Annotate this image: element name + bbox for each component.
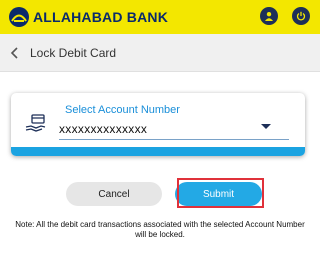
account-select-card: Select Account Number xxxxxxxxxxxxxx bbox=[11, 93, 305, 156]
cancel-button[interactable]: Cancel bbox=[66, 182, 162, 206]
select-underline bbox=[59, 139, 289, 140]
chevron-left-icon[interactable] bbox=[8, 46, 22, 60]
user-glyph bbox=[265, 12, 273, 21]
submit-highlight-box bbox=[177, 178, 264, 208]
bank-name: ALLAHABAD BANK bbox=[33, 9, 169, 25]
card-accent-bar bbox=[11, 147, 305, 156]
lock-note: Note: All the debit card transactions as… bbox=[15, 220, 305, 239]
power-icon[interactable] bbox=[292, 7, 310, 25]
page-header: Lock Debit Card bbox=[0, 34, 320, 72]
page-title: Lock Debit Card bbox=[30, 45, 117, 60]
account-select-label: Select Account Number bbox=[65, 104, 180, 116]
account-select-field[interactable]: xxxxxxxxxxxxxx bbox=[59, 122, 147, 136]
card-in-hand-icon bbox=[25, 114, 46, 132]
bank-logo-icon bbox=[9, 7, 29, 27]
app-header: ALLAHABAD BANK bbox=[0, 0, 320, 34]
power-glyph bbox=[296, 11, 306, 21]
dropdown-arrow-icon[interactable] bbox=[261, 124, 271, 129]
bank-logo: ALLAHABAD BANK bbox=[8, 6, 168, 28]
user-icon[interactable] bbox=[260, 7, 278, 25]
